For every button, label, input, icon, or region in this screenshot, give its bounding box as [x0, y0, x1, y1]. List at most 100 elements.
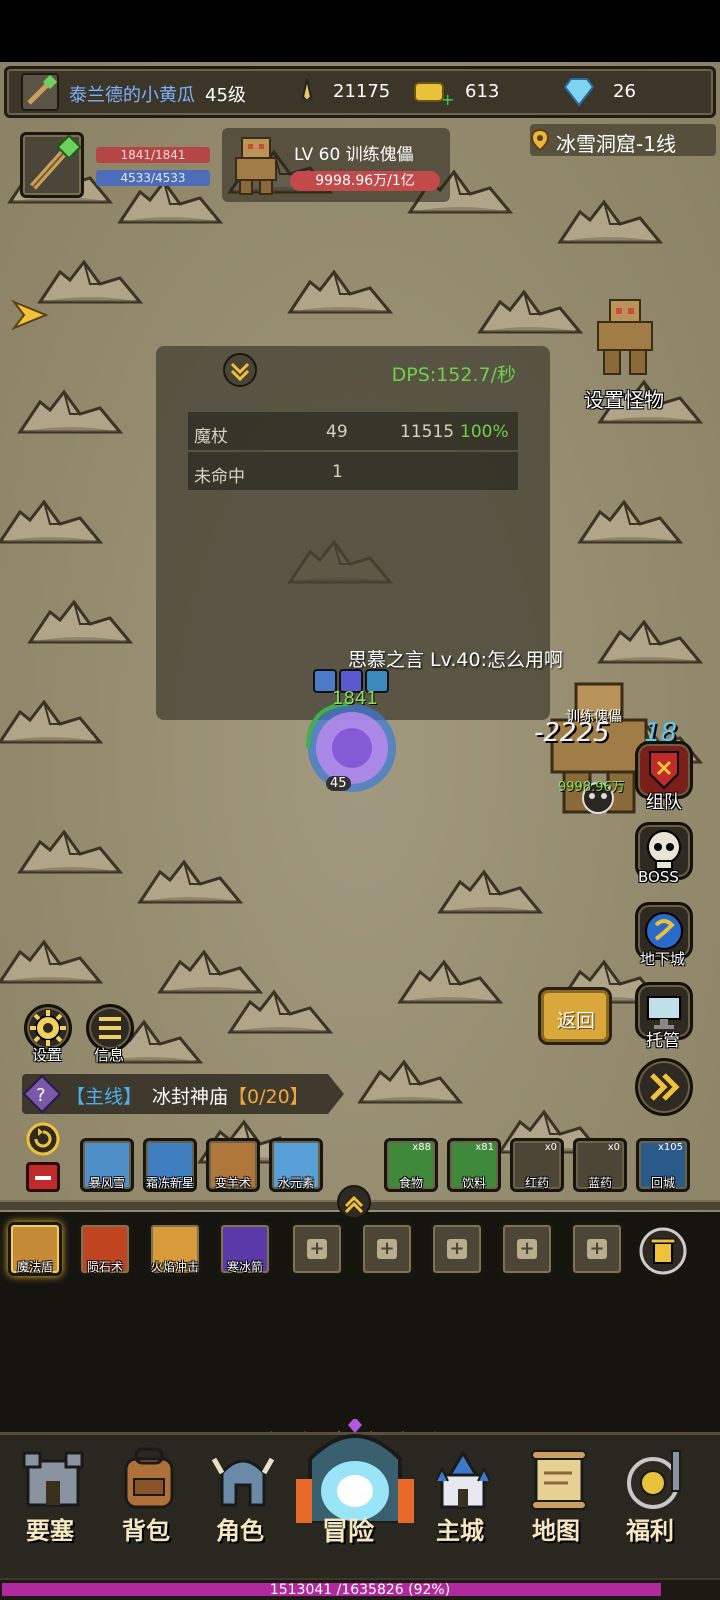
- quest-progress: 【0/20】: [228, 1086, 309, 1108]
- nav-adventure[interactable]: [296, 1417, 414, 1525]
- boss-label: BOSS: [638, 868, 679, 886]
- fast-forward-icon: [650, 1073, 680, 1101]
- minus-button[interactable]: [26, 1162, 60, 1192]
- fast-forward-button[interactable]: [635, 1058, 693, 1116]
- item-label: 饮料: [461, 1176, 486, 1190]
- auto-label: 托管: [646, 1031, 680, 1051]
- skill-label: 水元素: [277, 1176, 314, 1190]
- player-hp-float: 1841: [332, 688, 378, 709]
- target-hp-bar: 9998.96万/1亿: [290, 171, 440, 191]
- target-panel[interactable]: LV 60 训练傀儡 9998.96万/1亿: [222, 128, 450, 202]
- golem-icon[interactable]: [588, 296, 662, 380]
- nav-label: 背包: [122, 1517, 170, 1545]
- monster-hp-float: 9998.96万: [558, 780, 625, 795]
- nav-bag[interactable]: [114, 1445, 184, 1511]
- item-count: x81: [475, 1142, 494, 1153]
- item-count: x0: [607, 1142, 620, 1153]
- equipped-skill[interactable]: 寒冰箭: [218, 1222, 272, 1276]
- player-level: 45级: [205, 85, 246, 106]
- item-slot-blue-potion[interactable]: x0 蓝药: [573, 1138, 627, 1192]
- set-monster-label[interactable]: 设置怪物: [584, 384, 664, 413]
- nav-label: 主城: [436, 1517, 484, 1545]
- player-name[interactable]: 泰兰德的小黄瓜: [69, 81, 195, 107]
- dps-row: 魔杖 49 11515 100%: [188, 412, 518, 450]
- collapse-icon[interactable]: [222, 352, 258, 388]
- dps-hits: 49: [326, 422, 348, 442]
- menu-icon: [99, 1017, 121, 1039]
- nav-label: 角色: [216, 1517, 264, 1545]
- item-label: 食物: [398, 1176, 423, 1190]
- player-character[interactable]: [300, 664, 410, 804]
- quest-type: 【主线】: [66, 1086, 143, 1108]
- dps-percent: 100%: [460, 422, 509, 442]
- xp-text: 1513041 /1635826 (92%): [269, 1582, 451, 1598]
- quest-tracker[interactable]: ? 【主线】 冰封神庙 【0/20】: [22, 1074, 344, 1114]
- empty-skill-slot[interactable]: +: [430, 1222, 484, 1276]
- quest-name: 冰封神庙: [152, 1086, 229, 1108]
- skill-slot[interactable]: 变羊术: [206, 1138, 260, 1192]
- gold-count: 21175: [333, 81, 391, 102]
- skill-label: 寒冰箭: [226, 1260, 263, 1274]
- portal-gate-icon: [296, 1417, 414, 1525]
- expand-arrow-icon[interactable]: [10, 298, 50, 332]
- item-slot-food[interactable]: x88 食物: [384, 1138, 438, 1192]
- skill-slot[interactable]: 霜冻新星: [143, 1138, 197, 1192]
- chevron-up-icon[interactable]: [336, 1184, 372, 1220]
- item-slot-return[interactable]: x105 回城: [636, 1138, 690, 1192]
- gift-icon: [627, 1450, 681, 1509]
- ticket-icon[interactable]: +: [413, 77, 453, 107]
- skill-slot[interactable]: 水元素: [269, 1138, 323, 1192]
- skill-slot[interactable]: 暴风雪: [80, 1138, 134, 1192]
- castle-icon: [435, 1450, 491, 1509]
- empty-skill-slot[interactable]: +: [360, 1222, 414, 1276]
- refresh-icon[interactable]: [26, 1122, 60, 1156]
- plus-icon: +: [587, 1239, 607, 1259]
- equipped-skill[interactable]: 火焰冲击: [148, 1222, 202, 1276]
- svg-text:?: ?: [36, 1085, 46, 1106]
- sword-icon: [301, 78, 313, 103]
- bottom-nav: 要塞 背包 角色 冒险 主城 地图 福利: [0, 1417, 720, 1586]
- item-label: 红药: [524, 1176, 549, 1190]
- skill-label: 陨石术: [86, 1260, 123, 1274]
- item-slot-red-potion[interactable]: x0 红药: [510, 1138, 564, 1192]
- nav-fortress[interactable]: [18, 1445, 88, 1511]
- dps-skill-name: 魔杖: [194, 427, 228, 447]
- diamond-icon: [563, 78, 595, 107]
- plus-icon: +: [307, 1239, 327, 1259]
- empty-skill-slot[interactable]: +: [570, 1222, 624, 1276]
- back-label: 返回: [557, 1010, 596, 1032]
- diamond-count: 26: [613, 81, 636, 102]
- gear-icon: [30, 1010, 66, 1046]
- nav-map[interactable]: [524, 1445, 594, 1511]
- item-count: x105: [657, 1142, 683, 1153]
- skill-label: 变羊术: [214, 1176, 251, 1190]
- empty-skill-slot[interactable]: +: [290, 1222, 344, 1276]
- equipped-skill[interactable]: 陨石术: [78, 1222, 132, 1276]
- dps-title: DPS:152.7/秒: [391, 364, 516, 386]
- trash-icon[interactable]: [638, 1226, 688, 1276]
- helmet-icon: [211, 1457, 275, 1507]
- equipped-skill[interactable]: 魔法盾: [8, 1222, 62, 1276]
- damage-popup: -2225: [534, 718, 610, 748]
- team-label: 组队: [646, 792, 682, 813]
- player-avatar[interactable]: [20, 132, 84, 198]
- item-slot-drink[interactable]: x81 饮料: [447, 1138, 501, 1192]
- skill-label: 暴风雪: [88, 1176, 125, 1190]
- status-area: [0, 0, 720, 62]
- fortress-icon: [22, 1451, 84, 1507]
- dps-row: 未命中 1: [188, 452, 518, 490]
- item-label: 回城: [650, 1176, 675, 1190]
- plus-icon: +: [447, 1239, 467, 1259]
- empty-skill-slot[interactable]: +: [500, 1222, 554, 1276]
- staff-icon: [21, 73, 59, 111]
- skill-label: 霜冻新星: [146, 1176, 195, 1190]
- nav-character[interactable]: [208, 1445, 278, 1511]
- location-label[interactable]: 冰雪洞窟-1线: [530, 124, 716, 156]
- nav-label: 冒险: [322, 1517, 375, 1547]
- scroll-map-icon: [531, 1450, 587, 1510]
- back-button[interactable]: 返回: [538, 987, 612, 1045]
- location-name: 冰雪洞窟-1线: [556, 132, 676, 156]
- question-icon: ?: [22, 1074, 62, 1114]
- nav-rewards[interactable]: [618, 1445, 688, 1511]
- nav-city[interactable]: [428, 1445, 498, 1511]
